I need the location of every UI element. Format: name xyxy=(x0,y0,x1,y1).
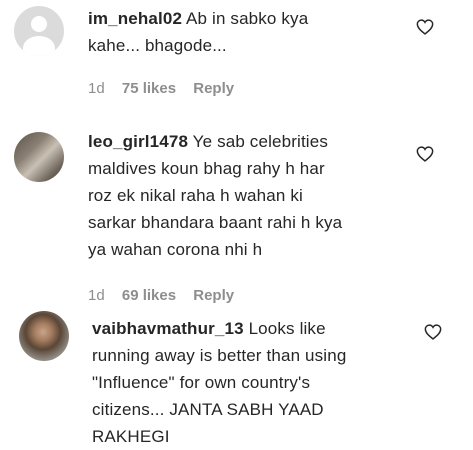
comment-text: vaibhavmathur_13 Looks like running away… xyxy=(92,319,347,446)
avatar[interactable] xyxy=(14,6,64,56)
like-heart-icon[interactable] xyxy=(416,19,434,35)
comment-username[interactable]: leo_girl1478 xyxy=(88,132,188,151)
comment-likes[interactable]: 69 likes xyxy=(122,287,176,304)
reply-button[interactable]: Reply xyxy=(193,287,234,304)
reply-button[interactable]: Reply xyxy=(193,80,234,97)
comment-meta: 1d 75 likes Reply xyxy=(88,80,247,97)
comment-time[interactable]: 1d xyxy=(88,80,105,97)
like-heart-icon[interactable] xyxy=(416,146,434,162)
avatar[interactable] xyxy=(19,311,69,361)
comment-text: leo_girl1478 Ye sab celebrities maldives… xyxy=(88,132,343,259)
like-heart-icon[interactable] xyxy=(424,324,442,340)
comment-username[interactable]: vaibhavmathur_13 xyxy=(92,319,244,338)
avatar[interactable] xyxy=(14,132,64,182)
comment-text: im_nehal02 Ab in sabko kya kahe... bhago… xyxy=(88,9,309,55)
comment-likes[interactable]: 75 likes xyxy=(122,80,176,97)
comment-time[interactable]: 1d xyxy=(88,287,105,304)
comment-meta: 1d 69 likes Reply xyxy=(88,287,247,304)
comment-username[interactable]: im_nehal02 xyxy=(88,9,182,28)
